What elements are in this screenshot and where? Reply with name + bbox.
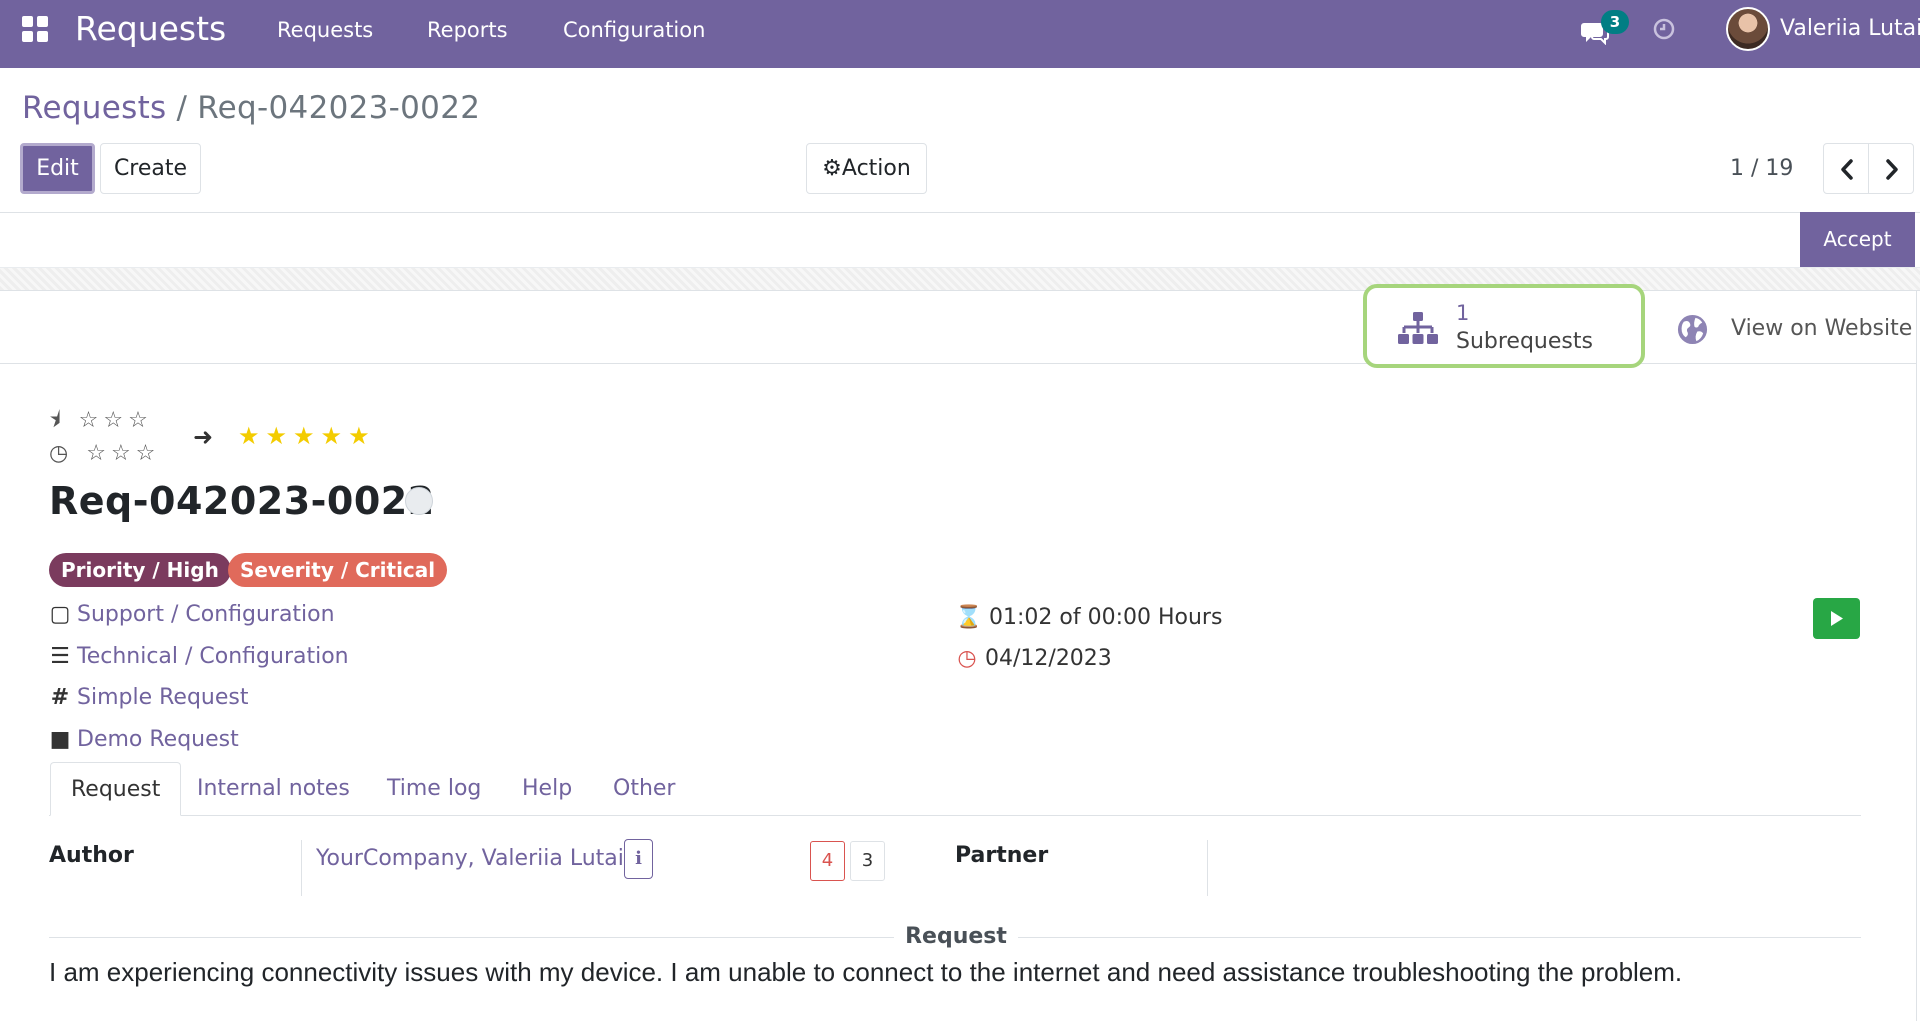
square-filled-icon: ■ bbox=[49, 727, 71, 752]
accept-button[interactable]: Accept bbox=[1800, 212, 1915, 267]
subrequests-label: Subrequests bbox=[1456, 329, 1593, 354]
category-field[interactable]: ☰ Technical / Configuration bbox=[49, 643, 349, 671]
priority-tag: Priority / High bbox=[49, 553, 231, 587]
clock-icon: ◷ bbox=[49, 441, 69, 466]
star-icon[interactable]: ☆ bbox=[128, 408, 148, 434]
menu-requests[interactable]: Requests bbox=[277, 18, 373, 42]
author-field-divider bbox=[301, 840, 302, 896]
tab-internal-notes[interactable]: Internal notes bbox=[177, 762, 370, 816]
author-open-requests-count[interactable]: 4 bbox=[810, 841, 845, 881]
star-filled-icon[interactable]: ★ bbox=[321, 423, 343, 449]
request-section-title: Request bbox=[905, 924, 1007, 949]
author-label: Author bbox=[49, 843, 134, 868]
chat-count-badge: 3 bbox=[1601, 10, 1629, 34]
view-on-website-button[interactable]: View on Website bbox=[1731, 315, 1912, 343]
chevron-right-icon bbox=[1886, 159, 1898, 180]
info-icon[interactable]: i bbox=[624, 839, 653, 879]
deadline-clock-icon: ◷ bbox=[957, 646, 977, 671]
checkbox-square-icon: ▢ bbox=[49, 602, 71, 627]
pager-value[interactable]: 1 / 19 bbox=[1730, 155, 1793, 183]
star-icon[interactable]: ☆ bbox=[86, 441, 106, 467]
action-button-label: Action bbox=[841, 156, 911, 181]
edit-button[interactable]: Edit bbox=[20, 143, 95, 194]
breadcrumb-root-link[interactable]: Requests bbox=[22, 90, 166, 126]
tab-time-log[interactable]: Time log bbox=[367, 762, 501, 816]
star-icon[interactable]: ☆ bbox=[103, 408, 123, 434]
tab-other[interactable]: Other bbox=[593, 762, 695, 816]
deadline-field: ◷ 04/12/2023 bbox=[955, 645, 1112, 673]
half-star-icon: ⯨ bbox=[49, 408, 61, 433]
category-value: Technical / Configuration bbox=[77, 644, 349, 669]
author-link[interactable]: YourCompany, Valeriia Lutai bbox=[316, 845, 624, 873]
list-bars-icon: ☰ bbox=[50, 644, 70, 669]
arrow-right-icon: ➜ bbox=[193, 423, 214, 451]
request-separator-right bbox=[1018, 937, 1861, 938]
type-field[interactable]: # Simple Request bbox=[49, 684, 249, 712]
breadcrumb-current: Req-042023-0022 bbox=[197, 90, 481, 126]
app-name[interactable]: Requests bbox=[75, 9, 226, 49]
star-filled-icon[interactable]: ★ bbox=[266, 423, 288, 449]
star-filled-icon[interactable]: ★ bbox=[293, 423, 315, 449]
breadcrumb-separator: / bbox=[176, 90, 188, 126]
kind-field[interactable]: ■ Demo Request bbox=[49, 726, 239, 754]
severity-rating: ★ ★ ★ ★ ★ bbox=[238, 423, 376, 449]
start-timer-button[interactable] bbox=[1813, 598, 1860, 639]
priority-rating: ⯨ ☆ ☆ ☆ bbox=[49, 408, 153, 434]
service-value: Support / Configuration bbox=[77, 602, 335, 627]
timer-value: 01:02 of 00:00 Hours bbox=[989, 605, 1223, 630]
timer-field: ⌛ 01:02 of 00:00 Hours bbox=[955, 604, 1222, 632]
severity-tag: Severity / Critical bbox=[228, 553, 448, 587]
globe-icon[interactable] bbox=[1676, 313, 1709, 346]
star-filled-icon[interactable]: ★ bbox=[348, 423, 370, 449]
star-icon[interactable]: ☆ bbox=[79, 408, 99, 434]
record-title: Req-042023-0022 bbox=[49, 479, 435, 523]
activity-clock-icon[interactable] bbox=[1652, 17, 1676, 41]
pager-previous-button[interactable] bbox=[1823, 143, 1869, 194]
subrequests-count: 1 bbox=[1456, 301, 1470, 325]
hashtag-icon: # bbox=[50, 685, 70, 710]
statusbar-divider bbox=[0, 212, 1920, 213]
deadline-value: 04/12/2023 bbox=[985, 646, 1112, 671]
menu-configuration[interactable]: Configuration bbox=[563, 18, 705, 42]
star-icon[interactable]: ☆ bbox=[111, 441, 131, 467]
user-avatar[interactable] bbox=[1726, 7, 1770, 51]
menu-reports[interactable]: Reports bbox=[427, 18, 508, 42]
play-icon bbox=[1831, 611, 1843, 626]
type-value: Simple Request bbox=[77, 685, 249, 710]
duration-rating: ◷ ☆ ☆ ☆ bbox=[49, 441, 160, 467]
gear-icon: ⚙ bbox=[822, 156, 842, 181]
partner-label: Partner bbox=[955, 843, 1049, 868]
request-separator-left bbox=[49, 937, 894, 938]
chevron-left-icon bbox=[1841, 159, 1853, 180]
user-name[interactable]: Valeriia Lutai bbox=[1780, 17, 1920, 41]
hourglass-icon: ⌛ bbox=[955, 605, 983, 630]
tab-help[interactable]: Help bbox=[502, 762, 592, 816]
app-grid-icon[interactable] bbox=[22, 16, 48, 42]
sitemap-icon bbox=[1398, 312, 1438, 344]
action-dropdown-button[interactable]: ⚙Action bbox=[806, 143, 927, 194]
top-navbar: Requests Requests Reports Configuration … bbox=[0, 0, 1920, 68]
author-requests-count[interactable]: 3 bbox=[850, 841, 885, 881]
breadcrumb: Requests / Req-042023-0022 bbox=[22, 88, 480, 128]
request-description[interactable]: I am experiencing connectivity issues wi… bbox=[49, 956, 1682, 988]
service-field[interactable]: ▢ Support / Configuration bbox=[49, 601, 335, 629]
kanban-state-indicator[interactable] bbox=[405, 487, 433, 515]
pager-next-button[interactable] bbox=[1868, 143, 1914, 194]
partner-field-divider bbox=[1207, 840, 1208, 896]
kind-value: Demo Request bbox=[77, 727, 239, 752]
create-button[interactable]: Create bbox=[100, 143, 201, 194]
star-filled-icon[interactable]: ★ bbox=[238, 423, 260, 449]
tab-request[interactable]: Request bbox=[50, 762, 182, 816]
star-icon[interactable]: ☆ bbox=[136, 441, 156, 467]
